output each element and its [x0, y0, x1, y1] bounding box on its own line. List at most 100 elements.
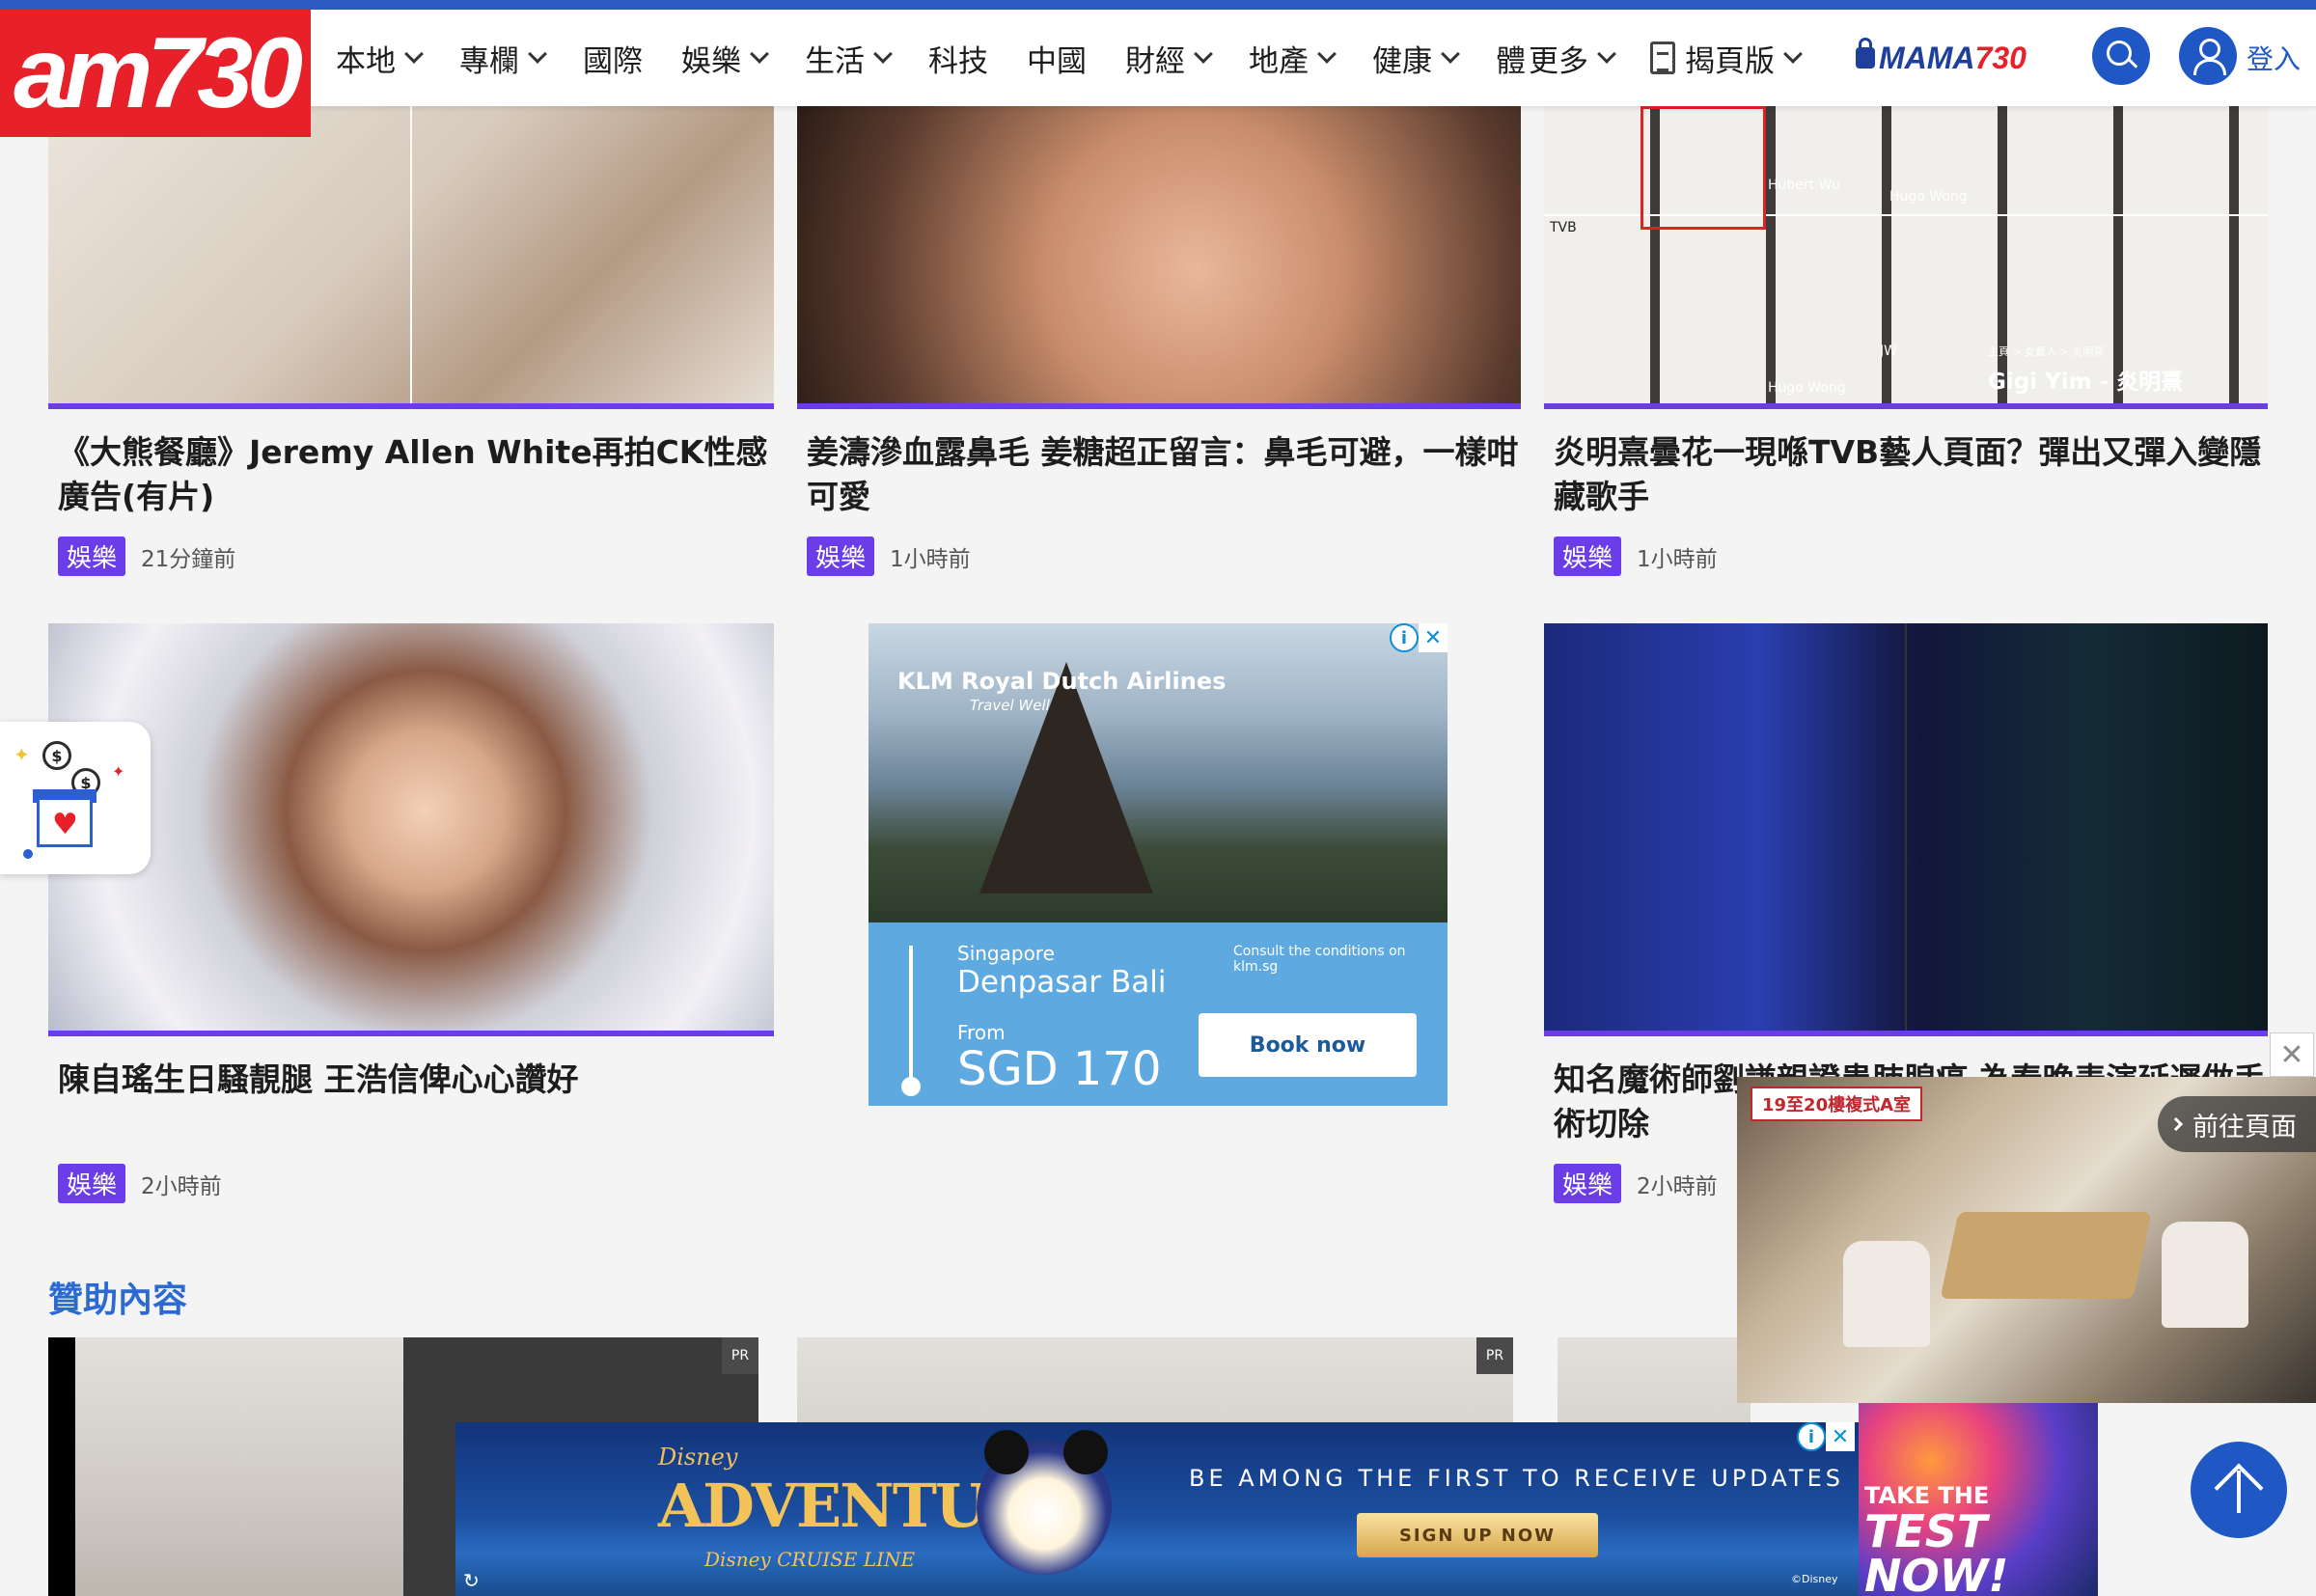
- brain-ad-text: TAKE THE TEST NOW!: [1864, 1482, 2098, 1596]
- nav-item-property[interactable]: 地產: [1249, 37, 1337, 80]
- category-badge[interactable]: 娛樂: [58, 1164, 126, 1203]
- image-divider: [1905, 623, 1907, 1031]
- logo-text: am730: [14, 16, 303, 129]
- ad-info-icon[interactable]: i: [1797, 1422, 1826, 1451]
- nav-label: 地產: [1249, 43, 1309, 79]
- pr-tag: PR: [1476, 1337, 1513, 1374]
- category-badge[interactable]: 娛樂: [807, 537, 875, 576]
- image-label: 主頁 > 女藝人 > 炎明熹: [1988, 345, 2105, 358]
- table-shape: [1940, 1212, 2152, 1299]
- article-image-actress-portrait[interactable]: [48, 623, 774, 1036]
- nav-item-columns[interactable]: 專欄: [459, 37, 547, 80]
- brain-ad-line2: TEST NOW!: [1864, 1505, 2009, 1596]
- ad-close-icon[interactable]: ✕: [1419, 623, 1448, 652]
- article-title[interactable]: 姜濤滲血露鼻毛 姜糖超正留言：鼻毛可避，一樣咁可愛: [807, 430, 1521, 519]
- top-accent-line: [0, 0, 2316, 10]
- goto-label: 前往頁面: [2192, 1112, 2297, 1142]
- nav-menu: 本地 專欄 國際 娛樂 生活 科技 中國 財經 地產 健康 體: [336, 10, 1564, 106]
- sponsored-heading: 贊助內容: [48, 1280, 188, 1320]
- nav-item-tech[interactable]: 科技: [928, 37, 988, 80]
- refresh-icon[interactable]: ↻: [463, 1569, 480, 1592]
- article-image-tvb-page[interactable]: Hubert Wu Hugo Wong TVB Hugo Wong JW 主頁 …: [1544, 106, 2268, 409]
- category-badge[interactable]: 娛樂: [58, 537, 126, 576]
- article-meta: 娛樂 2小時前: [1554, 1164, 1718, 1203]
- article-title[interactable]: 陳自瑤生日騷靚腿 王浩信俾心心讚好: [58, 1058, 772, 1102]
- sparkle-icon: ✦: [112, 762, 125, 781]
- mama-logo-number: 730: [1974, 40, 2026, 75]
- nav-item-health[interactable]: 健康: [1372, 37, 1460, 80]
- image-label: Hugo Wong: [1768, 380, 1846, 396]
- nav-label: 健康: [1372, 43, 1432, 79]
- nav-item-more[interactable]: 更多: [1529, 37, 1616, 80]
- article-meta: 娛樂 1小時前: [1554, 537, 1718, 576]
- chevron-down-icon: [873, 44, 893, 64]
- nav-label: 本地: [336, 43, 396, 79]
- article-image-keung-to[interactable]: [797, 106, 1521, 409]
- book-now-button[interactable]: Book now: [1199, 1013, 1417, 1077]
- coin-icon: $: [42, 741, 71, 770]
- article-meta: 娛樂 2小時前: [58, 1164, 222, 1203]
- article-meta: 娛樂 1小時前: [807, 537, 971, 576]
- mickey-ear: [1063, 1430, 1108, 1474]
- article-image-ck-ad[interactable]: [48, 106, 774, 409]
- lock-icon: [1856, 38, 1875, 69]
- route-dot: [901, 1077, 921, 1096]
- site-logo[interactable]: am730: [0, 10, 311, 137]
- video-popup[interactable]: 19至20樓複式A室 前往頁面: [1737, 1077, 2316, 1403]
- nav-item-china[interactable]: 中國: [1027, 37, 1087, 80]
- ad-info-icon[interactable]: i: [1390, 623, 1419, 652]
- article-title[interactable]: 《大熊餐廳》Jeremy Allen White再拍CK性感廣告(有片): [58, 430, 772, 519]
- close-icon[interactable]: ✕: [2270, 1032, 2314, 1077]
- login-link[interactable]: 登入: [2247, 39, 2301, 77]
- newspaper-icon: [1650, 41, 1675, 74]
- image-label: Hugo Wong: [1889, 189, 1968, 205]
- image-label: Gigi Yim - 炎明熹: [1988, 370, 2184, 395]
- nav-label: 體: [1496, 43, 1526, 79]
- ad-close-icon[interactable]: ✕: [1826, 1422, 1855, 1451]
- category-badge[interactable]: 娛樂: [1554, 1164, 1622, 1203]
- nav-item-lifestyle[interactable]: 生活: [805, 37, 893, 80]
- reward-widget[interactable]: $ $ ♥ ✦ ✦: [0, 722, 151, 874]
- nav-label: 財經: [1125, 43, 1185, 79]
- category-badge[interactable]: 娛樂: [1554, 537, 1622, 576]
- origin-city: Singapore: [957, 942, 1055, 965]
- chevron-down-icon: [1441, 44, 1460, 64]
- klm-brand: KLM Royal Dutch Airlines: [897, 668, 1227, 695]
- chevron-down-icon: [750, 44, 769, 64]
- timestamp: 21分鐘前: [141, 546, 236, 572]
- ad-controls: i ✕: [1390, 623, 1448, 652]
- chevron-down-icon: [1597, 44, 1616, 64]
- heart-icon: ♥: [52, 808, 78, 841]
- scroll-to-top-arrow-icon[interactable]: [2191, 1442, 2287, 1538]
- nav-item-entertainment[interactable]: 娛樂: [681, 37, 769, 80]
- mama730-logo[interactable]: MAMA 730: [1856, 38, 2026, 76]
- route-line: [909, 946, 913, 1090]
- ad-controls: i ✕: [1797, 1422, 1855, 1451]
- sign-up-button[interactable]: SIGN UP NOW: [1357, 1513, 1598, 1557]
- chevron-down-icon: [1317, 44, 1337, 64]
- nav-item-local[interactable]: 本地: [336, 37, 424, 80]
- nav-item-international[interactable]: 國際: [583, 37, 643, 80]
- timestamp: 2小時前: [1637, 1173, 1718, 1199]
- brain-test-advertisement[interactable]: TAKE THE TEST NOW!: [1859, 1403, 2098, 1596]
- disney-subline: Disney CRUISE LINE: [704, 1548, 916, 1571]
- user-icon[interactable]: [2179, 27, 2237, 85]
- chair-shape: [1843, 1241, 1930, 1347]
- nav-label: 國際: [583, 43, 643, 79]
- price-label: From: [957, 1021, 1006, 1044]
- sparkle-icon: ✦: [14, 743, 30, 766]
- goto-page-button[interactable]: 前往頁面: [2158, 1096, 2316, 1152]
- klm-advertisement[interactable]: KLM Royal Dutch Airlines Travel Well Sin…: [868, 623, 1448, 1106]
- nav-item-sports[interactable]: 體: [1496, 37, 1526, 80]
- page: am730 本地 專欄 國際 娛樂 生活 科技 中國 財經 地產 健康 體 更多…: [0, 0, 2316, 1596]
- klm-tagline: Travel Well: [970, 697, 1050, 714]
- article-title[interactable]: 炎明熹曇花一現喺TVB藝人頁面？彈出又彈入變隱藏歌手: [1554, 430, 2268, 519]
- disney-copyright: ©Disney: [1791, 1573, 1838, 1585]
- search-icon[interactable]: [2092, 27, 2150, 85]
- nav-item-finance[interactable]: 財經: [1125, 37, 1213, 80]
- article-image-magician[interactable]: [1544, 623, 2268, 1036]
- conditions-note: Consult the conditions on klm.sg: [1233, 944, 1406, 975]
- nav-item-epaper[interactable]: 揭頁版: [1650, 37, 1803, 80]
- disney-advertisement[interactable]: Disney ADVENTURE Disney CRUISE LINE BE A…: [455, 1422, 1859, 1596]
- image-label: Hubert Wu: [1768, 178, 1840, 193]
